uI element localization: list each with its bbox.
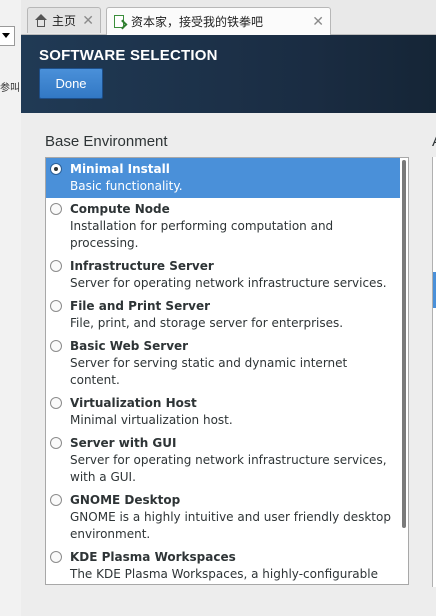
done-button[interactable]: Done: [39, 68, 103, 99]
environment-option[interactable]: Compute Node Installation for performing …: [46, 198, 400, 255]
tab-label: 主页: [52, 14, 77, 28]
installer-header: SOFTWARE SELECTION Done: [21, 35, 436, 113]
environment-option[interactable]: Virtualization Host Minimal virtualizatio…: [46, 392, 400, 432]
tab-active-page[interactable]: 资本家，接受我的铁拳吧 ✕: [106, 7, 331, 35]
environment-option[interactable]: Server with GUI Server for operating netw…: [46, 432, 400, 489]
environment-list-inner: Minimal Install Basic functionality. Compu…: [46, 158, 400, 584]
environment-description: Server for operating network infrastruct…: [70, 453, 387, 484]
environment-name: Virtualization Host: [70, 396, 197, 410]
radio-button[interactable]: [50, 494, 62, 506]
radio-button[interactable]: [50, 163, 62, 175]
addons-list-clipped[interactable]: [432, 157, 436, 587]
environment-name: Compute Node: [70, 202, 170, 216]
browser-side-strip: 参叫: [0, 0, 22, 616]
side-clipped-text: 参叫: [0, 83, 20, 94]
environment-option[interactable]: KDE Plasma Workspaces The KDE Plasma Work…: [46, 546, 400, 584]
base-environment-heading: Base Environment: [45, 133, 168, 150]
side-dropdown[interactable]: [0, 26, 15, 46]
environment-option[interactable]: File and Print Server File, print, and st…: [46, 295, 400, 335]
browser-tab-bar: 主页 ✕ 资本家，接受我的铁拳吧 ✕: [21, 0, 436, 35]
radio-button[interactable]: [50, 397, 62, 409]
software-selection-content: Base Environment A Minimal Install Basic …: [21, 113, 436, 616]
close-icon[interactable]: ✕: [312, 14, 324, 30]
environment-name: Infrastructure Server: [70, 259, 214, 273]
environment-description: Server for operating network infrastruct…: [70, 276, 387, 290]
environment-name: Server with GUI: [70, 436, 177, 450]
page-title: SOFTWARE SELECTION: [39, 47, 218, 64]
addons-heading-clipped: A: [432, 133, 436, 150]
page-icon: [113, 14, 128, 29]
radio-button[interactable]: [50, 551, 62, 563]
tab-label: 资本家，接受我的铁拳吧: [131, 15, 264, 29]
environment-name: GNOME Desktop: [70, 493, 181, 507]
environment-option[interactable]: Minimal Install Basic functionality.: [46, 158, 400, 198]
environment-option[interactable]: Infrastructure Server Server for operatin…: [46, 255, 400, 295]
radio-button[interactable]: [50, 260, 62, 272]
environment-description: File, print, and storage server for ente…: [70, 316, 344, 330]
environment-description: The KDE Plasma Workspaces, a highly-conf…: [70, 567, 378, 581]
close-icon[interactable]: ✕: [82, 13, 94, 29]
base-environment-list[interactable]: Minimal Install Basic functionality. Compu…: [45, 157, 409, 585]
environment-description: GNOME is a highly intuitive and user fri…: [70, 510, 391, 541]
tab-home[interactable]: 主页 ✕: [27, 7, 101, 33]
environment-name: KDE Plasma Workspaces: [70, 550, 236, 564]
home-icon: [34, 13, 48, 28]
radio-button[interactable]: [50, 340, 62, 352]
list-scrollbar[interactable]: [402, 160, 406, 528]
environment-name: Minimal Install: [70, 162, 170, 176]
environment-description: Installation for performing computation …: [70, 219, 334, 250]
environment-option[interactable]: Basic Web Server Server for serving stati…: [46, 335, 400, 392]
environment-name: Basic Web Server: [70, 339, 189, 353]
environment-option[interactable]: GNOME Desktop GNOME is a highly intuitive…: [46, 489, 400, 546]
radio-button[interactable]: [50, 300, 62, 312]
radio-button[interactable]: [50, 203, 62, 215]
environment-description: Server for serving static and dynamic in…: [70, 356, 348, 387]
environment-description: Basic functionality.: [70, 179, 183, 193]
environment-description: Minimal virtualization host.: [70, 413, 233, 427]
radio-button[interactable]: [50, 437, 62, 449]
environment-name: File and Print Server: [70, 299, 211, 313]
chevron-down-icon: [2, 33, 10, 38]
